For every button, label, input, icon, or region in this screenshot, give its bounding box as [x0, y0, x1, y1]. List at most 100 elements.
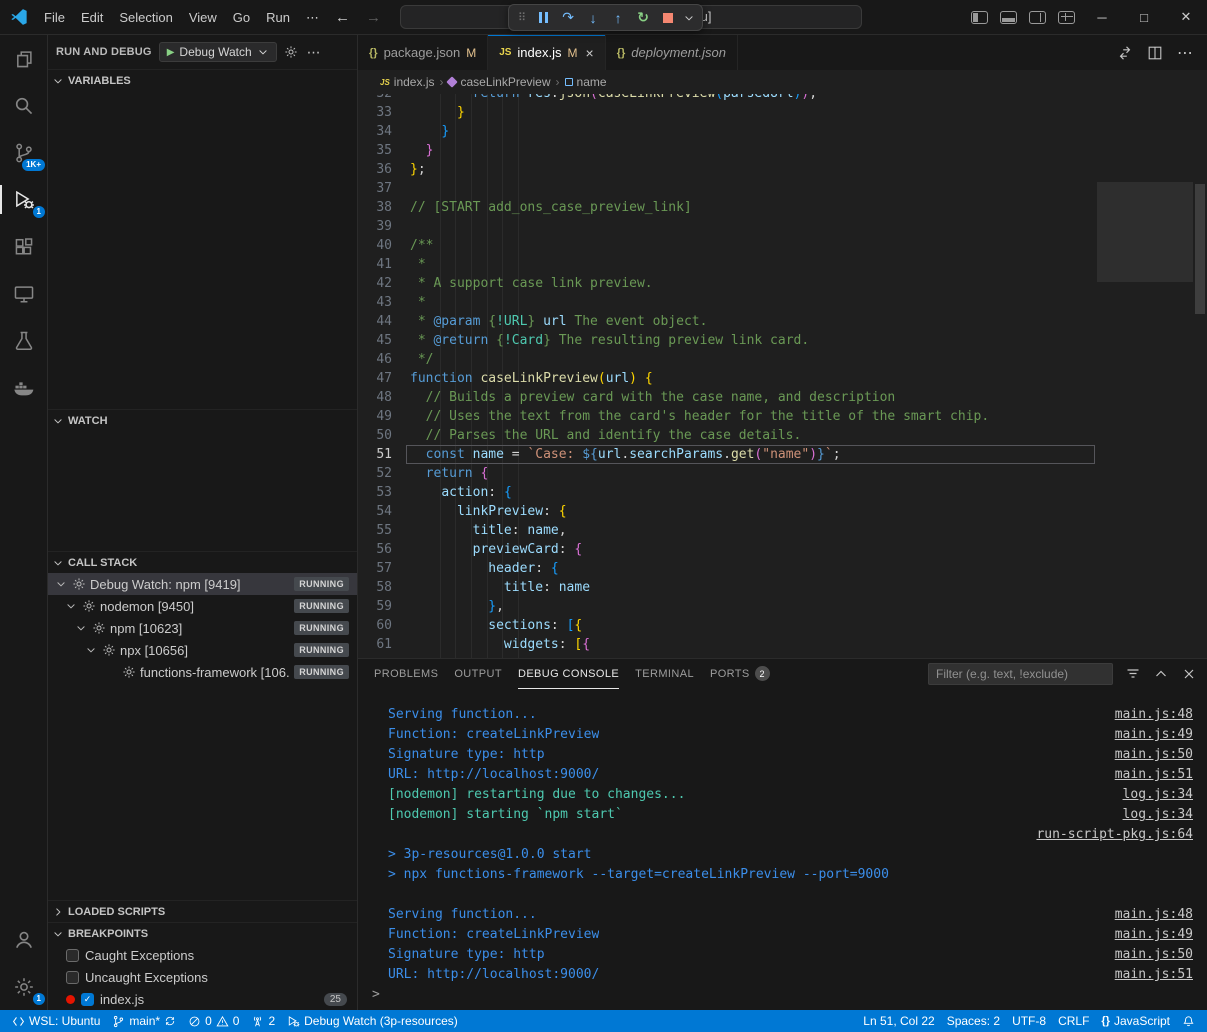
- tab-deployment.json[interactable]: {}deployment.json: [606, 35, 738, 70]
- toggle-panel-button[interactable]: [1000, 11, 1017, 24]
- code-line-text[interactable]: header: {: [406, 559, 1095, 578]
- ports-indicator[interactable]: 2: [245, 1010, 281, 1032]
- stop-button[interactable]: [657, 7, 679, 29]
- step-over-button[interactable]: ↷: [557, 7, 579, 29]
- maximize-panel-icon[interactable]: [1153, 666, 1169, 682]
- panel-tab-output[interactable]: OUTPUT: [454, 659, 502, 689]
- pause-button[interactable]: [532, 7, 554, 29]
- maximize-button[interactable]: □: [1123, 0, 1165, 35]
- twistie-icon[interactable]: [54, 578, 68, 590]
- close-tab-icon[interactable]: ×: [586, 45, 594, 61]
- tab-index.js[interactable]: JSindex.jsM×: [488, 35, 606, 70]
- toggle-primary-sidebar-button[interactable]: [971, 11, 988, 24]
- panel-tab-terminal[interactable]: TERMINAL: [635, 659, 694, 689]
- line-number[interactable]: 57: [358, 559, 406, 578]
- menu-file[interactable]: File: [36, 0, 73, 35]
- code-line-text[interactable]: }: [406, 103, 1095, 122]
- code-line-text[interactable]: };: [406, 160, 1095, 179]
- open-changes-icon[interactable]: [1117, 45, 1133, 61]
- line-number[interactable]: 46: [358, 350, 406, 369]
- console-source-link[interactable]: main.js:49: [1115, 725, 1193, 745]
- tab-package.json[interactable]: {}package.jsonM: [358, 35, 488, 70]
- remote-indicator[interactable]: WSL: Ubuntu: [6, 1010, 106, 1032]
- activity-source-control[interactable]: 1K+: [0, 129, 47, 176]
- code-line-text[interactable]: [406, 179, 1095, 198]
- code-line-text[interactable]: previewCard: {: [406, 540, 1095, 559]
- minimize-button[interactable]: ─: [1081, 0, 1123, 35]
- line-number[interactable]: 39: [358, 217, 406, 236]
- console-source-link[interactable]: run-script-pkg.js:64: [1036, 825, 1193, 845]
- activity-extensions[interactable]: [0, 223, 47, 270]
- debug-session-dropdown[interactable]: [682, 7, 696, 29]
- console-source-link[interactable]: log.js:34: [1123, 785, 1193, 805]
- problems-indicator[interactable]: 0 0: [182, 1010, 245, 1032]
- console-source-link[interactable]: main.js:50: [1115, 745, 1193, 765]
- line-number[interactable]: 35: [358, 141, 406, 160]
- line-number[interactable]: 47: [358, 369, 406, 388]
- code-line-text[interactable]: *: [406, 293, 1095, 312]
- console-source-link[interactable]: main.js:48: [1115, 705, 1193, 725]
- console-source-link[interactable]: main.js:49: [1115, 925, 1193, 945]
- code-line-text[interactable]: }: [406, 141, 1095, 160]
- code-line-text[interactable]: return {: [406, 464, 1095, 483]
- callstack-session[interactable]: npm [10623]RUNNING: [48, 617, 357, 639]
- variables-section-header[interactable]: VARIABLES: [48, 69, 357, 91]
- activity-explorer[interactable]: [0, 35, 47, 82]
- console-input-prompt[interactable]: >: [372, 985, 1193, 1005]
- callstack-session[interactable]: nodemon [9450]RUNNING: [48, 595, 357, 617]
- debug-settings-gear-icon[interactable]: [284, 45, 298, 59]
- code-line-text[interactable]: sections: [{: [406, 616, 1095, 635]
- minimap[interactable]: [1097, 94, 1193, 658]
- menu-selection[interactable]: Selection: [111, 0, 180, 35]
- line-number[interactable]: 36: [358, 160, 406, 179]
- menu-edit[interactable]: Edit: [73, 0, 111, 35]
- code-line-text[interactable]: function caseLinkPreview(url) {: [406, 369, 1095, 388]
- console-source-link[interactable]: main.js:50: [1115, 945, 1193, 965]
- code-line-text[interactable]: action: {: [406, 483, 1095, 502]
- line-number[interactable]: 38: [358, 198, 406, 217]
- code-line-text[interactable]: return res.json(caseLinkPreview(parsedUr…: [406, 94, 1095, 103]
- line-number[interactable]: 48: [358, 388, 406, 407]
- activity-run-and-debug[interactable]: 1: [0, 176, 47, 223]
- watch-section-header[interactable]: WATCH: [48, 409, 357, 431]
- panel-tab-ports[interactable]: PORTS2: [710, 659, 770, 689]
- code-line-text[interactable]: * @param {!URL} url The event object.: [406, 312, 1095, 331]
- code-line-text[interactable]: // Parses the URL and identify the case …: [406, 426, 1095, 445]
- callstack-session[interactable]: Debug Watch: npm [9419]RUNNING: [48, 573, 357, 595]
- activity-remote-explorer[interactable]: [0, 270, 47, 317]
- line-number[interactable]: 44: [358, 312, 406, 331]
- code-line-text[interactable]: *: [406, 255, 1095, 274]
- close-panel-icon[interactable]: [1181, 666, 1197, 682]
- line-number[interactable]: 42: [358, 274, 406, 293]
- line-number[interactable]: 51: [358, 445, 406, 464]
- filter-icon[interactable]: [1125, 666, 1141, 682]
- views-more-actions[interactable]: ⋯: [307, 44, 322, 61]
- settings-button[interactable]: 1: [0, 963, 47, 1010]
- branch-indicator[interactable]: main*: [106, 1010, 182, 1032]
- notifications-bell[interactable]: [1176, 1010, 1201, 1032]
- code-line-text[interactable]: [406, 217, 1095, 236]
- twistie-icon[interactable]: [74, 622, 88, 634]
- console-source-link[interactable]: main.js:51: [1115, 965, 1193, 985]
- breakpoint-checkbox[interactable]: ✓: [81, 993, 94, 1006]
- eol-setting[interactable]: CRLF: [1052, 1010, 1095, 1032]
- line-number[interactable]: 49: [358, 407, 406, 426]
- scrollbar-thumb[interactable]: [1195, 184, 1205, 314]
- drag-handle-icon[interactable]: ⠿: [515, 11, 529, 24]
- line-number[interactable]: 60: [358, 616, 406, 635]
- indentation-setting[interactable]: Spaces: 2: [941, 1010, 1006, 1032]
- breakpoint-row[interactable]: ✓index.js25: [48, 988, 357, 1010]
- code-line-text[interactable]: */: [406, 350, 1095, 369]
- line-number[interactable]: 53: [358, 483, 406, 502]
- twistie-icon[interactable]: [64, 600, 78, 612]
- code-line-text[interactable]: // Builds a preview card with the case n…: [406, 388, 1095, 407]
- editor-more-actions[interactable]: ⋯: [1177, 43, 1193, 63]
- console-filter-input[interactable]: [928, 663, 1113, 685]
- activity-search[interactable]: [0, 82, 47, 129]
- call-stack-section-header[interactable]: CALL STACK: [48, 551, 357, 573]
- code-line-text[interactable]: const name = `Case: ${url.searchParams.g…: [406, 445, 1095, 464]
- breadcrumb-index.js[interactable]: JSindex.js: [380, 75, 434, 89]
- cursor-position[interactable]: Ln 51, Col 22: [857, 1010, 940, 1032]
- code-line-text[interactable]: // Uses the text from the card's header …: [406, 407, 1095, 426]
- code-line-text[interactable]: * A support case link preview.: [406, 274, 1095, 293]
